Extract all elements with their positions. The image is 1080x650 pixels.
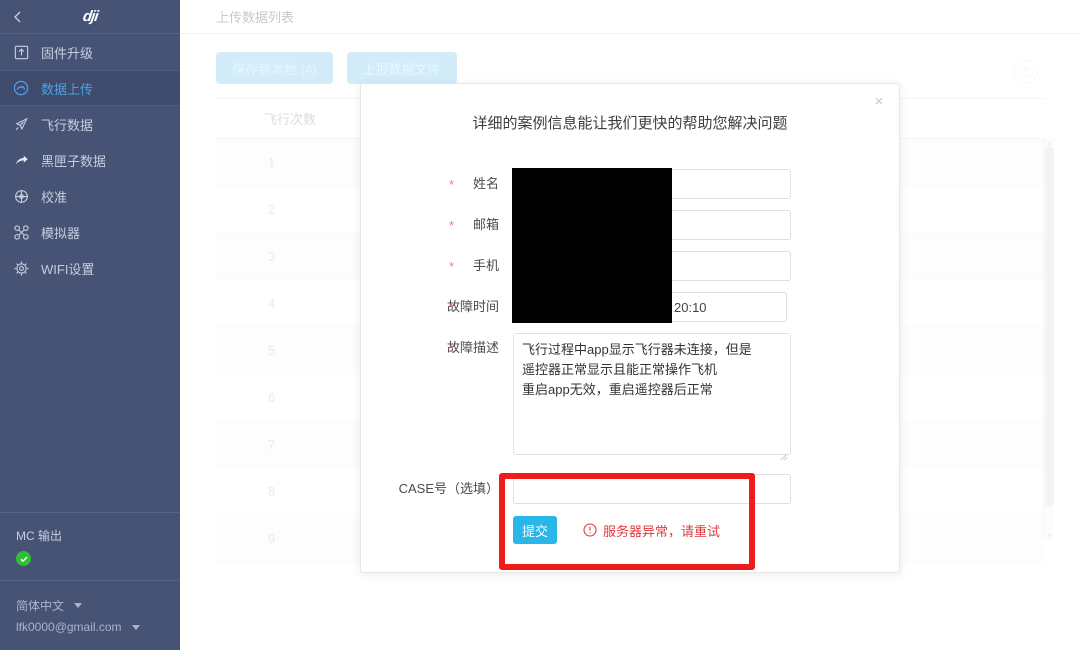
camera-circle-icon[interactable] xyxy=(1014,60,1038,84)
error-message-text: 服务器异常，请重试 xyxy=(603,523,721,539)
vertical-scrollbar[interactable] xyxy=(1043,139,1054,539)
upload-data-file-button[interactable]: 上报数据文件 xyxy=(346,52,457,84)
caret-down-icon xyxy=(74,603,83,608)
sidebar-item-black-box-data[interactable]: 黑匣子数据 xyxy=(0,142,180,178)
simulator-drone-icon xyxy=(10,221,32,243)
sidebar-item-simulator[interactable]: 模拟器 xyxy=(0,214,180,250)
breadcrumb-label: 上传数据列表 xyxy=(216,10,295,25)
fault-description-label: 故障描述 xyxy=(361,333,513,364)
wifi-settings-gear-icon xyxy=(10,257,32,279)
form-row-case-number: CASE号（选填） xyxy=(361,474,899,504)
account-selector[interactable]: lfk0000@gmail.com xyxy=(16,620,180,634)
calibration-crosshair-icon xyxy=(10,185,32,207)
sidebar-item-label: 飞行数据 xyxy=(41,117,94,133)
row-index: 2 xyxy=(268,201,276,217)
flight-data-paper-plane-icon xyxy=(10,113,32,135)
sidebar-footer: 简体中文 lfk0000@gmail.com xyxy=(0,580,180,650)
fault-description-wrapper xyxy=(513,333,791,461)
phone-label: 手机 xyxy=(361,251,513,282)
sidebar-item-firmware-upgrade[interactable]: 固件升级 xyxy=(0,34,180,70)
sidebar-item-label: 数据上传 xyxy=(41,81,94,97)
breadcrumb: 上传数据列表 xyxy=(180,0,1080,34)
scroll-up-arrow-icon[interactable] xyxy=(1045,139,1054,147)
close-icon[interactable]: × xyxy=(871,94,887,111)
modal-title: 详细的案例信息能让我们更快的帮助您解决问题 xyxy=(472,115,788,132)
scroll-down-arrow-icon[interactable] xyxy=(1045,531,1054,539)
row-index: 1 xyxy=(268,154,276,170)
actions-inner: 提交 服务器异常，请重试 xyxy=(513,516,720,544)
sidebar: dji 固件升级 数据上传 飞行数据 黑匣子数据 校准 模拟器 WIFI设置 M… xyxy=(0,0,180,650)
sidebar-nav: 固件升级 数据上传 飞行数据 黑匣子数据 校准 模拟器 WIFI设置 xyxy=(0,34,180,286)
sidebar-item-label: 校准 xyxy=(41,189,68,205)
save-to-local-button[interactable]: 保存到本地 (4) xyxy=(216,52,333,84)
language-selector[interactable]: 简体中文 xyxy=(16,597,180,614)
green-check-circle-icon xyxy=(16,551,31,566)
sidebar-item-wifi-settings[interactable]: WIFI设置 xyxy=(0,250,180,286)
sidebar-item-calibration[interactable]: 校准 xyxy=(0,178,180,214)
row-index: 4 xyxy=(268,295,276,311)
fault-time-label: 故障时间 xyxy=(361,292,513,323)
row-index: 8 xyxy=(268,483,276,499)
error-circle-icon xyxy=(583,523,597,537)
row-index: 7 xyxy=(268,436,276,452)
language-label: 简体中文 xyxy=(16,599,65,613)
firmware-upgrade-icon xyxy=(10,41,32,63)
case-number-field[interactable] xyxy=(513,474,791,504)
black-box-arrow-icon xyxy=(10,149,32,171)
fault-description-textarea[interactable] xyxy=(513,333,791,455)
submit-button[interactable]: 提交 xyxy=(513,516,557,544)
sidebar-header: dji xyxy=(0,0,180,34)
scrollbar-thumb[interactable] xyxy=(1045,147,1054,507)
row-index: 3 xyxy=(268,248,276,264)
row-index: 9 xyxy=(268,530,276,546)
sidebar-item-label: 模拟器 xyxy=(41,225,81,241)
email-label: 邮箱 xyxy=(361,210,513,241)
form-actions: 提交 服务器异常，请重试 xyxy=(361,516,899,544)
row-index: 5 xyxy=(268,342,276,358)
account-label: lfk0000@gmail.com xyxy=(16,620,122,634)
sidebar-item-label: WIFI设置 xyxy=(41,261,95,277)
black-redaction-overlay xyxy=(512,168,672,323)
mc-output-panel: MC 输出 xyxy=(0,512,180,580)
dji-logo: dji xyxy=(81,8,99,25)
sidebar-item-data-upload[interactable]: 数据上传 xyxy=(0,70,180,106)
column-header-flight-count: 飞行次数 xyxy=(264,112,317,127)
row-index: 6 xyxy=(268,389,276,405)
app-root: dji 固件升级 数据上传 飞行数据 黑匣子数据 校准 模拟器 WIFI设置 M… xyxy=(0,0,1080,650)
form-row-fault-description: 故障描述 xyxy=(361,333,899,461)
caret-down-icon xyxy=(131,624,140,630)
toolbar: 保存到本地 (4) 上报数据文件 xyxy=(180,34,1080,84)
sidebar-item-label: 固件升级 xyxy=(41,45,94,61)
sidebar-item-label: 黑匣子数据 xyxy=(41,153,107,169)
case-number-label: CASE号（选填） xyxy=(398,481,499,496)
data-upload-gauge-icon xyxy=(10,77,32,99)
case-info-modal: × 详细的案例信息能让我们更快的帮助您解决问题 姓名 邮箱 手机 故障时间 xyxy=(360,83,900,573)
error-message: 服务器异常，请重试 xyxy=(583,521,720,540)
fault-time-field[interactable] xyxy=(665,292,787,322)
sidebar-item-flight-data[interactable]: 飞行数据 xyxy=(0,106,180,142)
name-label: 姓名 xyxy=(361,169,513,200)
mc-output-label: MC 输出 xyxy=(16,529,62,543)
chevron-left-icon[interactable] xyxy=(10,9,26,25)
